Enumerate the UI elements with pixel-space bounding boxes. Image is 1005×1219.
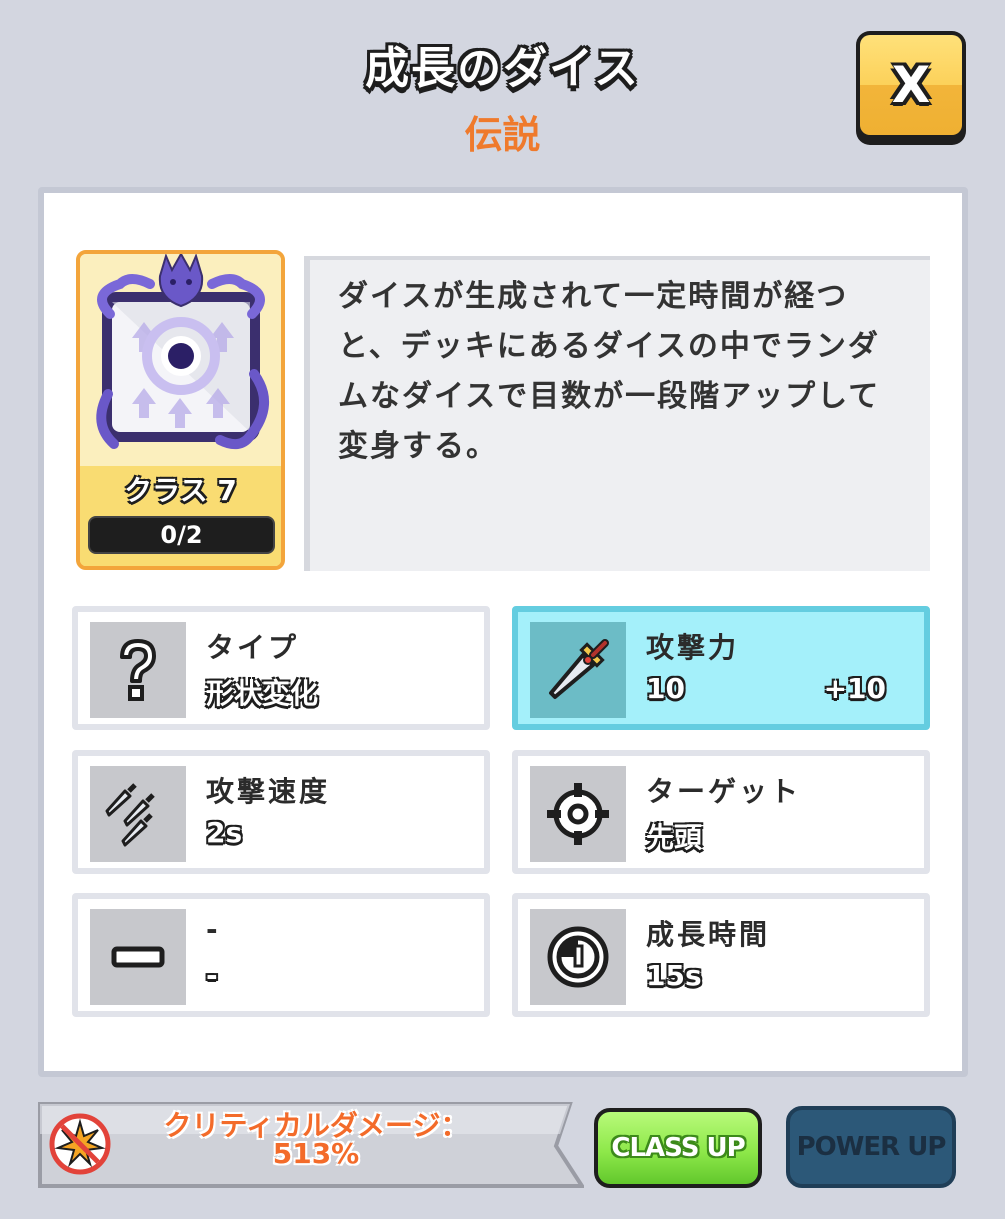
sword-icon (530, 622, 626, 718)
stat-attack: 攻撃力 10 +10 (512, 606, 930, 730)
description-box: ダイスが生成されて一定時間が経つと、デッキにあるダイスの中でランダムなダイスで目… (304, 256, 930, 571)
question-icon (90, 622, 186, 718)
stat-label: タイプ (206, 631, 300, 664)
stat-label: 攻撃力 (646, 631, 740, 664)
power-up-button[interactable]: POWER UP (786, 1106, 956, 1188)
close-button[interactable]: X (856, 31, 966, 145)
triple-sword-icon (90, 766, 186, 862)
growth-dice-icon (80, 254, 281, 466)
stat-label: 成長時間 (646, 918, 771, 951)
crosshair-icon (530, 766, 626, 862)
stat-type: タイプ 形状変化 (72, 606, 490, 730)
stat-target: ターゲット 先頭 (512, 750, 930, 874)
dice-title: 成長のダイス (365, 43, 640, 94)
minus-icon (90, 909, 186, 1005)
stat-bonus: +10 (823, 672, 886, 705)
stat-value: 10 (646, 672, 685, 705)
stat-value: 2s (206, 816, 243, 849)
stat-label: - (206, 913, 221, 946)
stat-value: - (206, 959, 218, 992)
close-icon: X (860, 35, 962, 135)
critical-damage-bar: クリティカルダメージ： 513% (36, 1100, 584, 1190)
critical-damage-label: クリティカルダメージ： (163, 1109, 469, 1142)
critical-damage-icon (48, 1112, 112, 1176)
stat-value: 先頭 (646, 821, 703, 854)
dice-card: クラス 7 0/2 (76, 250, 285, 570)
description-text: ダイスが生成されて一定時間が経つと、デッキにあるダイスの中でランダムなダイスで目… (338, 279, 881, 464)
class-level: クラス 7 (80, 466, 281, 516)
stat-attack-speed: 攻撃速度 2s (72, 750, 490, 874)
class-up-button[interactable]: CLASS UP (594, 1108, 762, 1188)
rarity-label: 伝説 (464, 113, 541, 157)
critical-damage-value: 513% (272, 1137, 360, 1170)
stat-label: ターゲット (646, 775, 802, 808)
stat-label: 攻撃速度 (206, 775, 331, 808)
stat-value: 形状変化 (206, 677, 319, 710)
class-progress: 0/2 (88, 516, 275, 554)
stat-empty: - - (72, 893, 490, 1017)
stat-value: 15s (646, 959, 702, 992)
timer-icon (530, 909, 626, 1005)
stat-growth-time: 成長時間 15s (512, 893, 930, 1017)
